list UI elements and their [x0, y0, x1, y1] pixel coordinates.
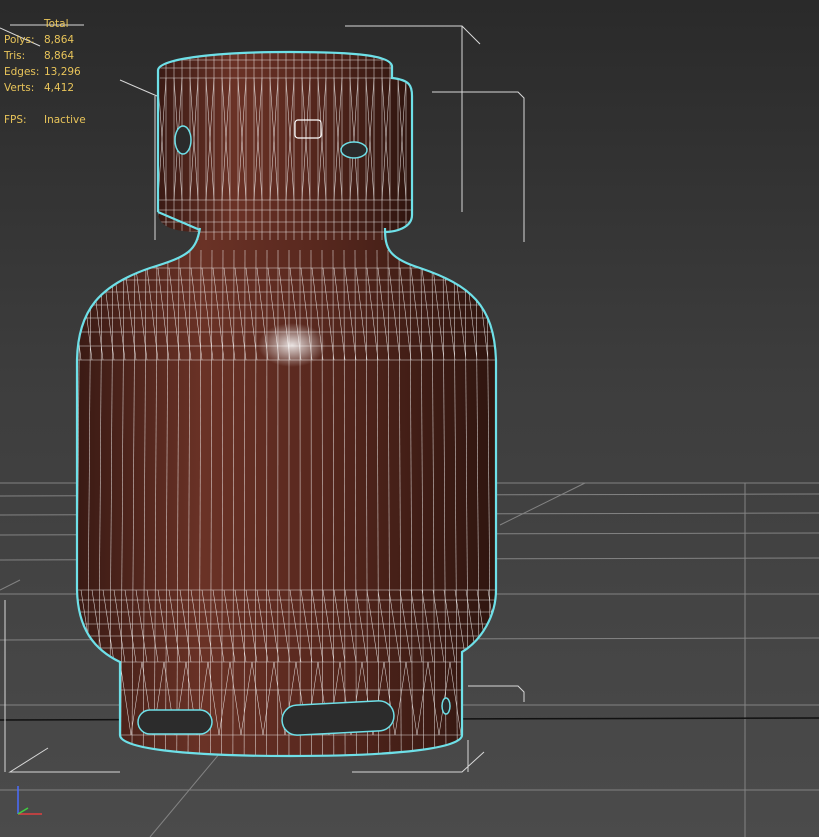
perspective-viewport[interactable]: Total Polys: 8,864 Tris: 8,864 Edges: 13…: [0, 0, 819, 837]
stats-tris-row: Tris: 8,864: [4, 48, 86, 64]
verts-value: 4,412: [44, 82, 75, 94]
fps-label: FPS:: [4, 114, 27, 126]
stats-fps-row: FPS: Inactive: [4, 112, 86, 128]
stats-polys-row: Polys: 8,864: [4, 32, 86, 48]
edges-label: Edges:: [4, 66, 40, 78]
propane-tank-mesh: [75, 50, 498, 758]
tris-value: 8,864: [44, 50, 75, 62]
polys-label: Polys:: [4, 34, 35, 46]
tris-label: Tris:: [4, 50, 26, 62]
edges-value: 13,296: [44, 66, 81, 78]
fps-value: Inactive: [44, 114, 86, 126]
stats-header: Total: [44, 18, 69, 30]
verts-label: Verts:: [4, 82, 35, 94]
stats-edges-row: Edges: 13,296: [4, 64, 86, 80]
xyz-axis-icon: [17, 786, 42, 815]
viewport-statistics: Total Polys: 8,864 Tris: 8,864 Edges: 13…: [4, 16, 86, 128]
stats-verts-row: Verts: 4,412: [4, 80, 86, 96]
viewport-scene: [0, 24, 819, 837]
polys-value: 8,864: [44, 34, 75, 46]
